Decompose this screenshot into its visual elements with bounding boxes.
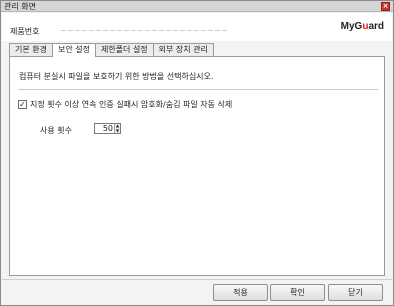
security-settings-panel: 컴퓨터 분실시 파일을 보호하기 위한 방법을 선택하십시오. ✓ 지정 횟수 … [9, 56, 385, 276]
panel-description: 컴퓨터 분실시 파일을 보호하기 위한 방법을 선택하십시오. [19, 72, 214, 81]
divider [18, 89, 378, 90]
close-button[interactable]: 닫기 [328, 284, 383, 301]
header: 제품번호 ~~~~~~~~~~~~~~~~~~~~~~~~ MyGuard [2, 13, 392, 41]
spinner-arrows: ▲ ▼ [114, 124, 120, 133]
tab-basic-settings[interactable]: 기본 환경 [9, 43, 53, 56]
product-number-value: ~~~~~~~~~~~~~~~~~~~~~~~~ [60, 26, 229, 35]
window-title: 관리 화면 [4, 2, 36, 11]
close-icon[interactable]: × [381, 2, 390, 11]
tab-restricted-folder-settings[interactable]: 제한폴더 설정 [94, 43, 154, 56]
tab-bar: 기본 환경 보안 설정 제한폴더 설정 외부 장치 관리 [9, 43, 214, 57]
admin-window: 관리 화면 × 제품번호 ~~~~~~~~~~~~~~~~~~~~~~~~ My… [0, 0, 394, 306]
ok-button[interactable]: 확인 [270, 284, 325, 301]
footer-divider [2, 279, 392, 280]
apply-button[interactable]: 적용 [213, 284, 268, 301]
spinner-down-icon[interactable]: ▼ [115, 128, 120, 133]
auto-delete-checkbox[interactable]: ✓ [18, 99, 27, 109]
attempt-count-spinner[interactable]: 50 ▲ ▼ [94, 123, 121, 134]
tab-security-settings[interactable]: 보안 설정 [51, 43, 96, 57]
attempt-count-label: 사용 횟수 [40, 126, 72, 135]
title-bar: 관리 화면 × [1, 1, 393, 12]
auto-delete-option[interactable]: ✓ 지정 횟수 이상 연속 인증 실패시 암호화/숨김 파일 자동 삭제 [18, 99, 232, 109]
product-number-label: 제품번호 [10, 27, 40, 36]
myguard-logo: MyGuard [340, 21, 384, 32]
auto-delete-label: 지정 횟수 이상 연속 인증 실패시 암호화/숨김 파일 자동 삭제 [30, 99, 233, 109]
attempt-count-value[interactable]: 50 [95, 124, 114, 133]
tab-external-device-management[interactable]: 외부 장치 관리 [152, 43, 214, 56]
